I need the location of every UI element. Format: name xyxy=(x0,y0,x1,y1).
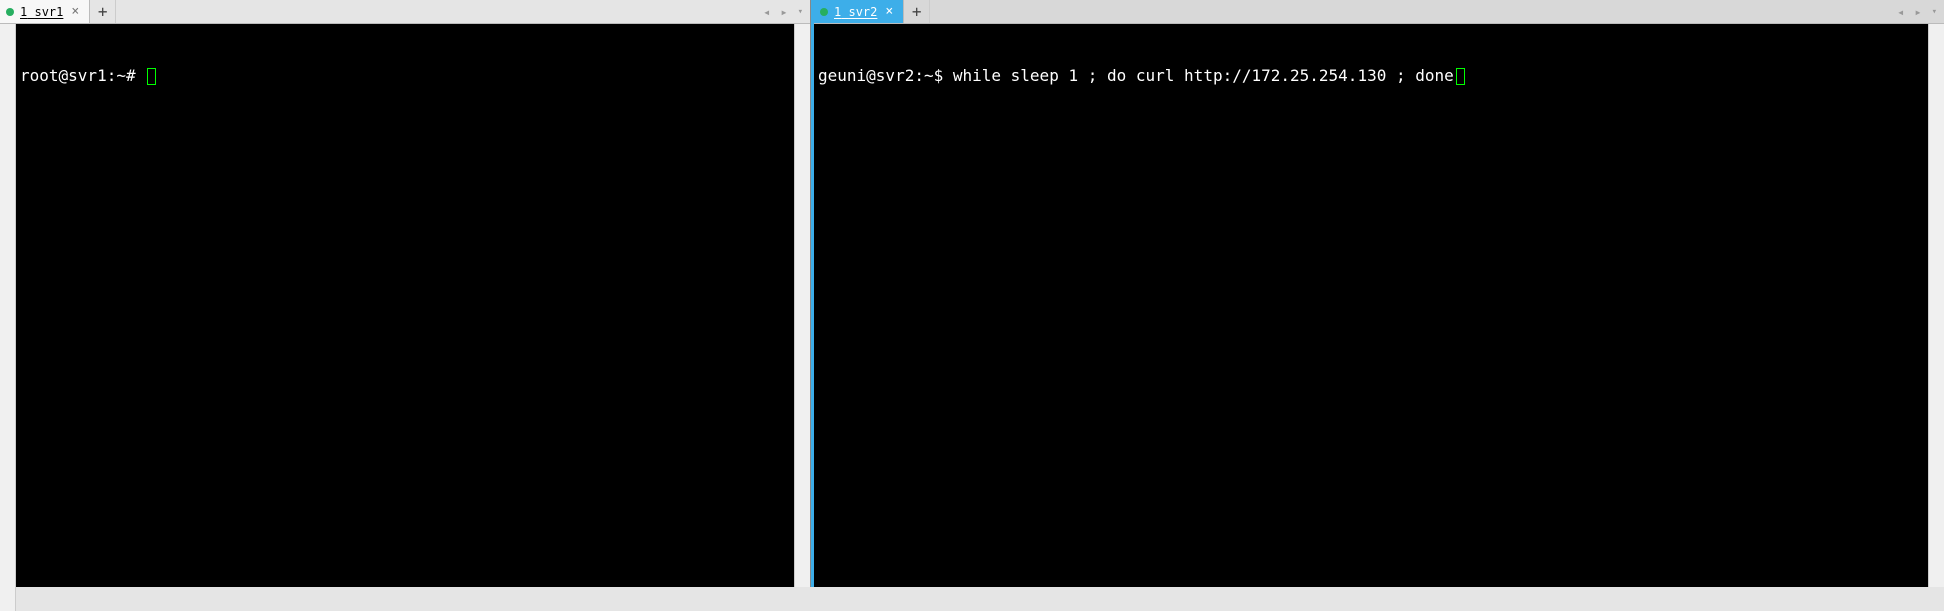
sidebar-label xyxy=(0,24,16,611)
tab-nav-right: ◂ ▸ ▾ xyxy=(1894,0,1944,23)
tab-prev-icon[interactable]: ◂ xyxy=(760,5,773,19)
terminal-right[interactable]: geuni@svr2:~$ while sleep 1 ; do curl ht… xyxy=(814,24,1944,587)
tab-nav-left: ◂ ▸ ▾ xyxy=(760,0,810,23)
terminal-pane-right: 1 svr2 × + ◂ ▸ ▾ geuni@svr2:~$ while sle… xyxy=(814,0,1944,587)
tab-bar-left: 1 svr1 × + ◂ ▸ ▾ xyxy=(0,0,810,24)
tab-next-icon[interactable]: ▸ xyxy=(1911,5,1924,19)
tab-next-icon[interactable]: ▸ xyxy=(777,5,790,19)
tab-bar-right: 1 svr2 × + ◂ ▸ ▾ xyxy=(814,0,1944,24)
terminal-left[interactable]: root@svr1:~# xyxy=(16,24,810,587)
scrollbar-right[interactable] xyxy=(1928,24,1944,587)
command-text: while sleep 1 ; do curl http://172.25.25… xyxy=(953,66,1454,86)
tab-list-dropdown-icon[interactable]: ▾ xyxy=(795,7,806,17)
prompt-text: geuni@svr2:~$ xyxy=(818,66,953,86)
tab-label: 1 svr1 xyxy=(20,5,63,19)
tab-prev-icon[interactable]: ◂ xyxy=(1894,5,1907,19)
cursor-icon xyxy=(1456,68,1465,85)
status-dot-icon xyxy=(820,8,828,16)
tab-label: 1 svr2 xyxy=(834,5,877,19)
tab-svr1[interactable]: 1 svr1 × xyxy=(0,0,90,23)
prompt-text: root@svr1:~# xyxy=(20,66,145,86)
prompt-line: root@svr1:~# xyxy=(20,66,806,86)
new-tab-button[interactable]: + xyxy=(904,0,930,23)
tab-list-dropdown-icon[interactable]: ▾ xyxy=(1929,7,1940,17)
scrollbar-left[interactable] xyxy=(794,24,810,587)
close-icon[interactable]: × xyxy=(883,5,895,18)
terminal-pane-left: 1 svr1 × + ◂ ▸ ▾ root@svr1:~# xyxy=(0,0,811,587)
close-icon[interactable]: × xyxy=(69,5,81,18)
cursor-icon xyxy=(147,68,156,85)
prompt-line: geuni@svr2:~$ while sleep 1 ; do curl ht… xyxy=(818,66,1940,86)
new-tab-button[interactable]: + xyxy=(90,0,116,23)
tab-svr2[interactable]: 1 svr2 × xyxy=(814,0,904,23)
status-dot-icon xyxy=(6,8,14,16)
